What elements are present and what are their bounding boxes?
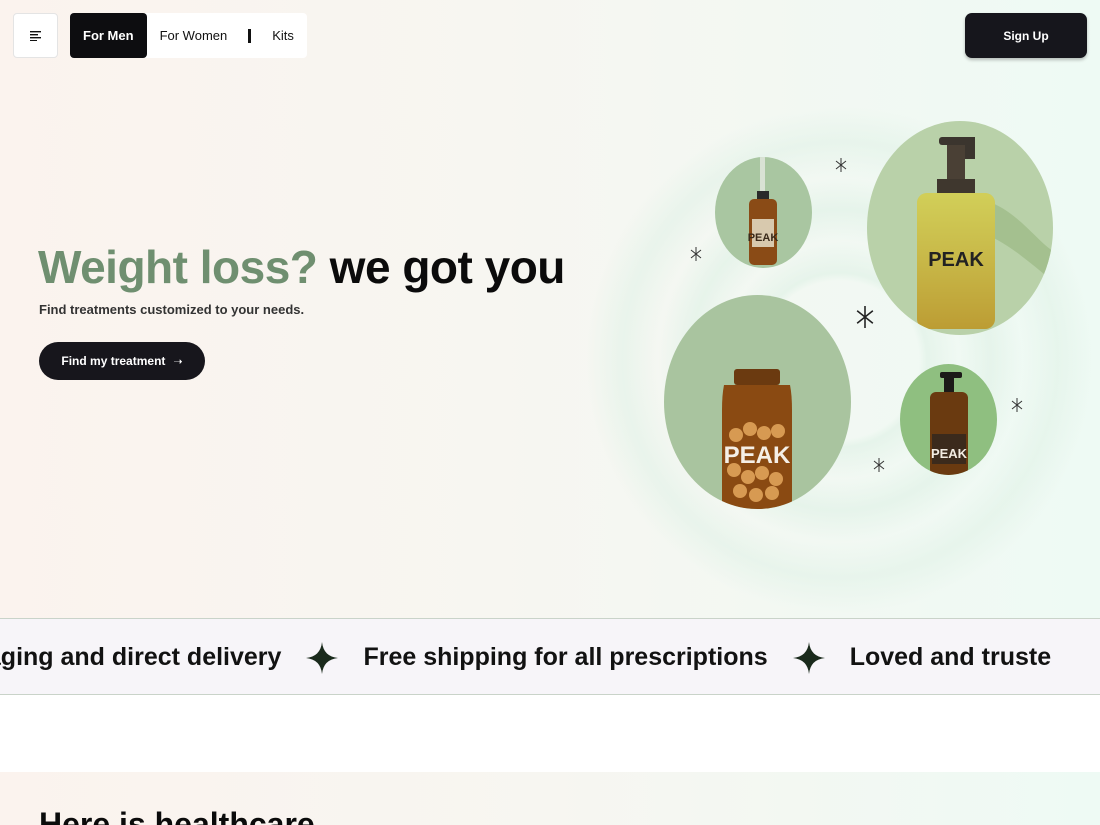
product-photo-pump-bottle: PEAK xyxy=(867,121,1053,335)
cta-label: Find my treatment xyxy=(61,354,166,368)
next-section-title: Here is healthcare xyxy=(39,806,315,825)
product-photo-amber-pump: PEAK xyxy=(900,364,997,475)
nav-item-for-women[interactable]: For Women xyxy=(147,13,241,58)
hero-section: PEAK PEAK PEAK PEAK For Men For Women Ki… xyxy=(0,0,1100,618)
product-photo-pill-bottle: PEAK xyxy=(664,295,851,509)
arrow-right-icon: ➝ xyxy=(173,355,183,368)
headline-green-part: Weight loss? xyxy=(38,241,318,293)
hero-headline: Weight loss? we got you xyxy=(38,240,565,294)
menu-button[interactable] xyxy=(13,13,58,58)
nav-divider xyxy=(248,28,252,43)
four-point-star-icon xyxy=(306,641,339,674)
sparkle-icon xyxy=(856,306,874,328)
four-point-star-icon xyxy=(792,641,825,674)
brand-label: PEAK xyxy=(928,249,984,271)
menu-lines-icon xyxy=(29,30,41,41)
sparkle-icon xyxy=(1011,398,1023,412)
marquee-item: kaging and direct delivery xyxy=(0,643,282,671)
brand-label: PEAK xyxy=(931,446,968,461)
sign-up-button[interactable]: Sign Up xyxy=(965,13,1087,58)
find-treatment-button[interactable]: Find my treatment ➝ xyxy=(39,342,205,380)
headline-black-part: we got you xyxy=(329,241,566,293)
brand-label: PEAK xyxy=(724,442,791,469)
sparkle-icon xyxy=(690,247,702,261)
sparkle-icon xyxy=(835,158,847,172)
nav-item-kits[interactable]: Kits xyxy=(259,13,307,58)
sparkle-icon xyxy=(873,458,885,472)
hero-subline: Find treatments customized to your needs… xyxy=(39,302,305,317)
nav-item-for-men[interactable]: For Men xyxy=(70,13,147,58)
category-nav: For Men For Women Kits xyxy=(70,13,307,58)
brand-label: PEAK xyxy=(748,232,779,244)
marquee-item: Free shipping for all prescriptions xyxy=(363,643,768,671)
marquee-track: kaging and direct delivery Free shipping… xyxy=(0,619,1076,694)
marquee-item: Loved and truste xyxy=(849,643,1052,671)
benefits-marquee: kaging and direct delivery Free shipping… xyxy=(0,618,1100,695)
product-photo-dropper-bottle: PEAK xyxy=(715,157,812,268)
